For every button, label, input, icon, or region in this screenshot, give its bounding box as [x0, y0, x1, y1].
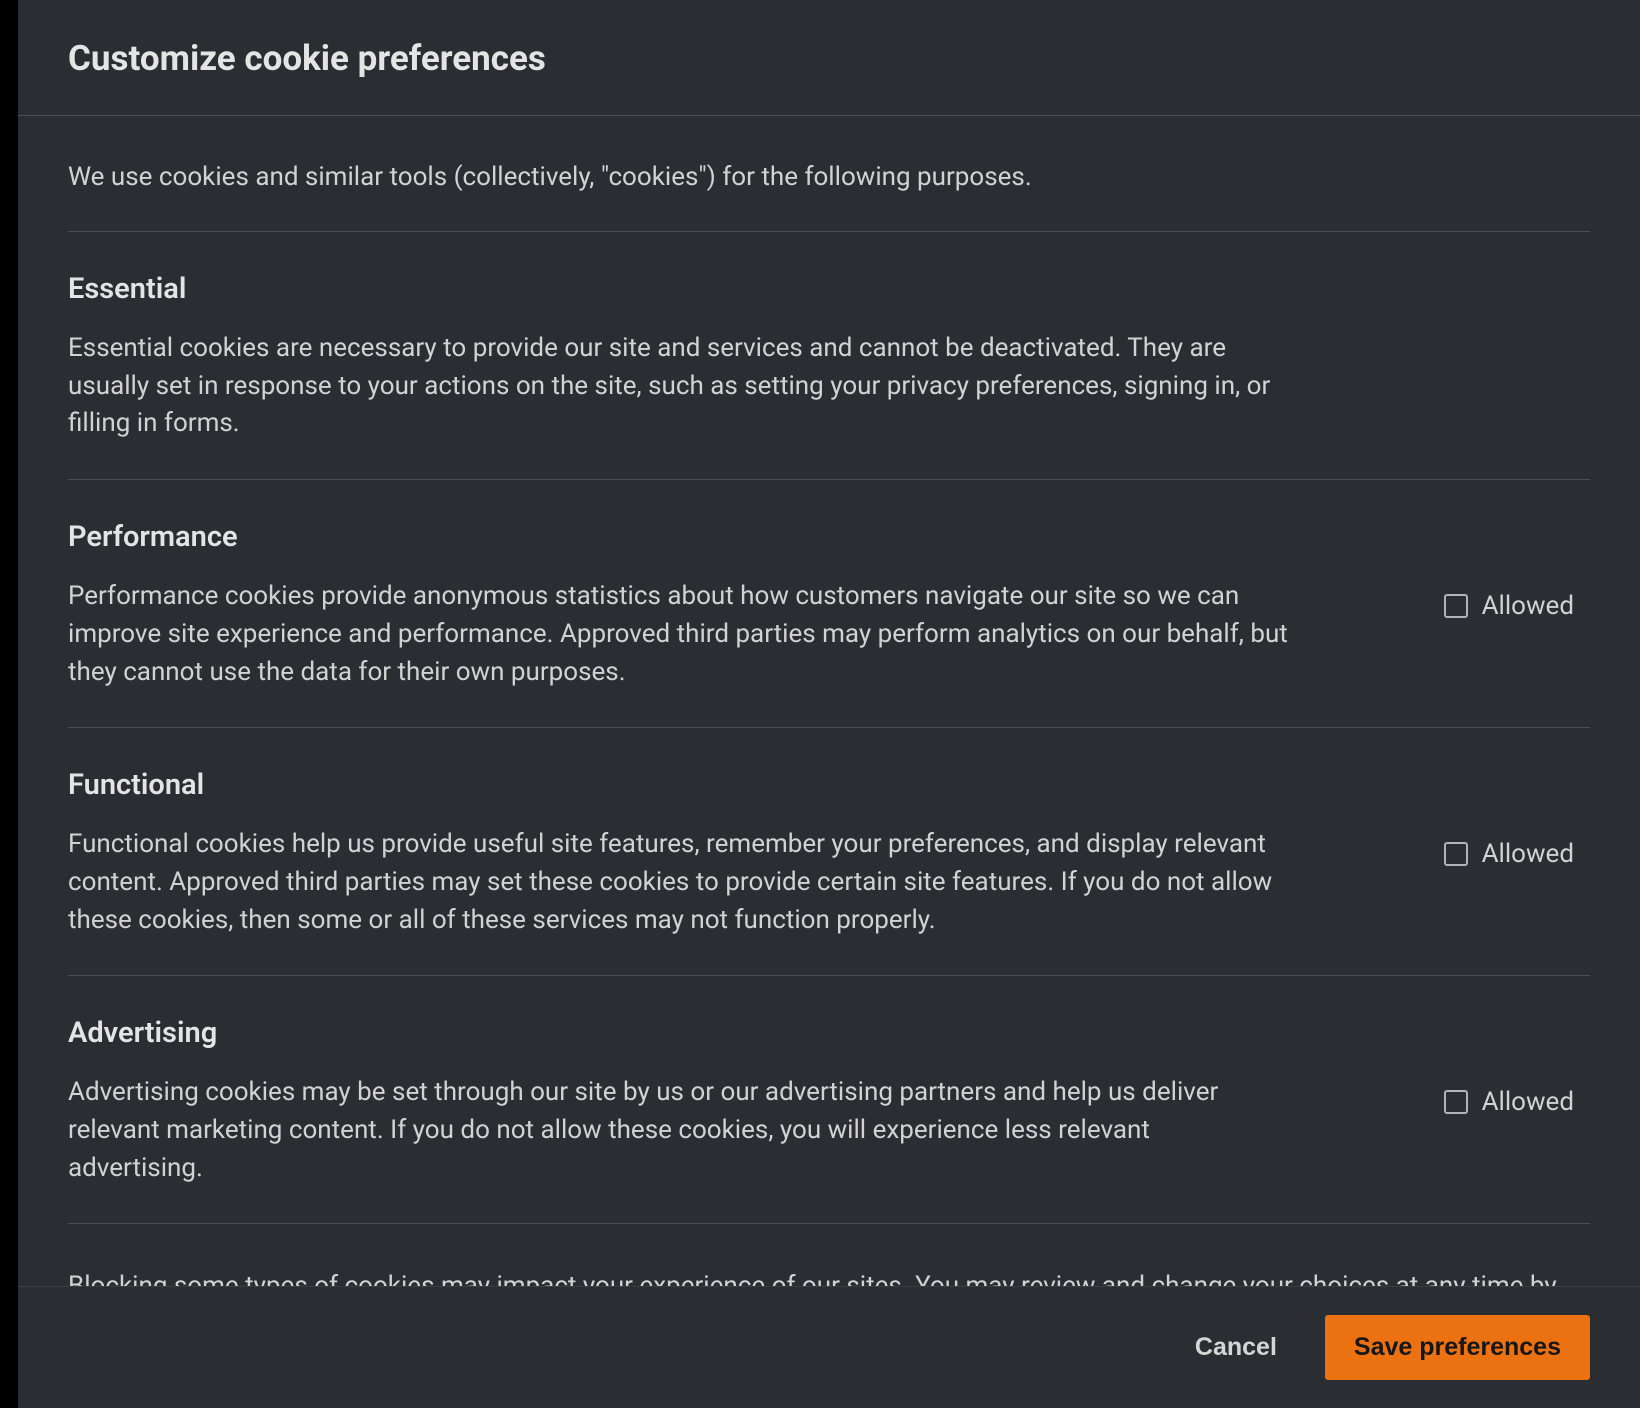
section-desc-essential: Essential cookies are necessary to provi…	[68, 330, 1288, 443]
section-title-functional: Functional	[68, 768, 1288, 802]
section-content: Performance Performance cookies provide …	[68, 520, 1288, 691]
section-title-advertising: Advertising	[68, 1016, 1288, 1050]
checkbox-functional[interactable]	[1444, 842, 1468, 866]
section-desc-performance: Performance cookies provide anonymous st…	[68, 578, 1288, 691]
section-functional: Functional Functional cookies help us pr…	[68, 728, 1590, 976]
checkbox-label-advertising[interactable]: Allowed	[1482, 1087, 1574, 1117]
modal-body[interactable]: We use cookies and similar tools (collec…	[18, 116, 1640, 1286]
cancel-button[interactable]: Cancel	[1187, 1321, 1285, 1374]
section-advertising: Advertising Advertising cookies may be s…	[68, 976, 1590, 1224]
cookie-preferences-modal: Customize cookie preferences We use cook…	[18, 0, 1640, 1408]
intro-text: We use cookies and similar tools (collec…	[68, 116, 1590, 232]
modal-header: Customize cookie preferences	[18, 0, 1640, 116]
checkbox-performance[interactable]	[1444, 594, 1468, 618]
section-content: Advertising Advertising cookies may be s…	[68, 1016, 1288, 1187]
modal-title: Customize cookie preferences	[68, 38, 1590, 79]
checkbox-wrap-functional: Allowed	[1444, 839, 1590, 869]
modal-footer: Cancel Save preferences	[18, 1286, 1640, 1408]
checkbox-label-functional[interactable]: Allowed	[1482, 839, 1574, 869]
section-content: Functional Functional cookies help us pr…	[68, 768, 1288, 939]
footer-text: Blocking some types of cookies may impac…	[68, 1224, 1590, 1286]
checkbox-advertising[interactable]	[1444, 1090, 1468, 1114]
save-preferences-button[interactable]: Save preferences	[1325, 1315, 1590, 1380]
section-content: Essential Essential cookies are necessar…	[68, 272, 1288, 443]
section-essential: Essential Essential cookies are necessar…	[68, 232, 1590, 480]
section-title-essential: Essential	[68, 272, 1288, 306]
checkbox-wrap-advertising: Allowed	[1444, 1087, 1590, 1117]
checkbox-wrap-performance: Allowed	[1444, 591, 1590, 621]
section-desc-advertising: Advertising cookies may be set through o…	[68, 1074, 1288, 1187]
section-performance: Performance Performance cookies provide …	[68, 480, 1590, 728]
section-desc-functional: Functional cookies help us provide usefu…	[68, 826, 1288, 939]
checkbox-label-performance[interactable]: Allowed	[1482, 591, 1574, 621]
section-title-performance: Performance	[68, 520, 1288, 554]
